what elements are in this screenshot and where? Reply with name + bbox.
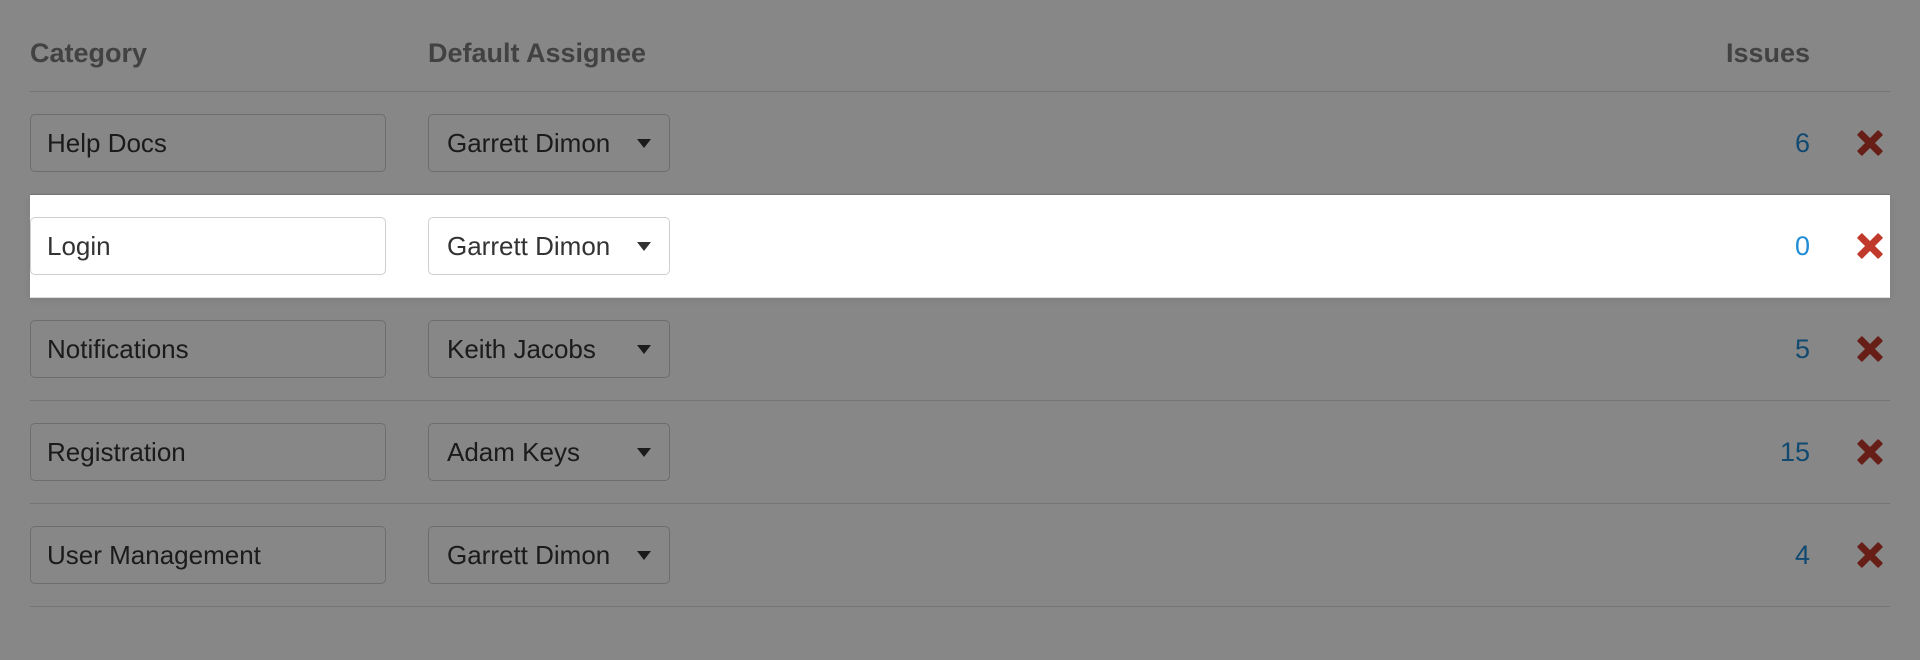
- chevron-down-icon: [637, 242, 651, 251]
- category-name-input[interactable]: [30, 320, 386, 378]
- table-row: Garrett Dimon 0: [30, 195, 1890, 298]
- chevron-down-icon: [637, 345, 651, 354]
- table-row: Adam Keys 15: [30, 401, 1890, 504]
- category-name-input[interactable]: [30, 217, 386, 275]
- chevron-down-icon: [637, 139, 651, 148]
- chevron-down-icon: [637, 448, 651, 457]
- column-header-assignee: Default Assignee: [428, 38, 1630, 69]
- table-row: Garrett Dimon 4: [30, 504, 1890, 607]
- delete-icon[interactable]: [1856, 438, 1884, 466]
- issues-count-link[interactable]: 6: [1795, 128, 1810, 158]
- issues-count-link[interactable]: 5: [1795, 334, 1810, 364]
- column-header-category: Category: [30, 38, 428, 69]
- assignee-select[interactable]: Garrett Dimon: [428, 217, 670, 275]
- issues-count-link[interactable]: 15: [1780, 437, 1810, 467]
- assignee-select[interactable]: Keith Jacobs: [428, 320, 670, 378]
- column-header-issues: Issues: [1630, 38, 1810, 69]
- categories-table: Category Default Assignee Issues Garrett…: [0, 0, 1920, 607]
- assignee-select-label: Garrett Dimon: [447, 128, 610, 159]
- assignee-select[interactable]: Garrett Dimon: [428, 114, 670, 172]
- delete-icon[interactable]: [1856, 232, 1884, 260]
- assignee-select-label: Garrett Dimon: [447, 231, 610, 262]
- delete-icon[interactable]: [1856, 129, 1884, 157]
- issues-count-link[interactable]: 4: [1795, 540, 1810, 570]
- chevron-down-icon: [637, 551, 651, 560]
- table-row: Keith Jacobs 5: [30, 298, 1890, 401]
- assignee-select[interactable]: Adam Keys: [428, 423, 670, 481]
- category-name-input[interactable]: [30, 423, 386, 481]
- assignee-select-label: Garrett Dimon: [447, 540, 610, 571]
- table-header: Category Default Assignee Issues: [30, 38, 1890, 92]
- delete-icon[interactable]: [1856, 541, 1884, 569]
- assignee-select-label: Keith Jacobs: [447, 334, 596, 365]
- category-name-input[interactable]: [30, 114, 386, 172]
- assignee-select-label: Adam Keys: [447, 437, 580, 468]
- category-name-input[interactable]: [30, 526, 386, 584]
- table-row: Garrett Dimon 6: [30, 92, 1890, 195]
- assignee-select[interactable]: Garrett Dimon: [428, 526, 670, 584]
- issues-count-link[interactable]: 0: [1795, 231, 1810, 261]
- delete-icon[interactable]: [1856, 335, 1884, 363]
